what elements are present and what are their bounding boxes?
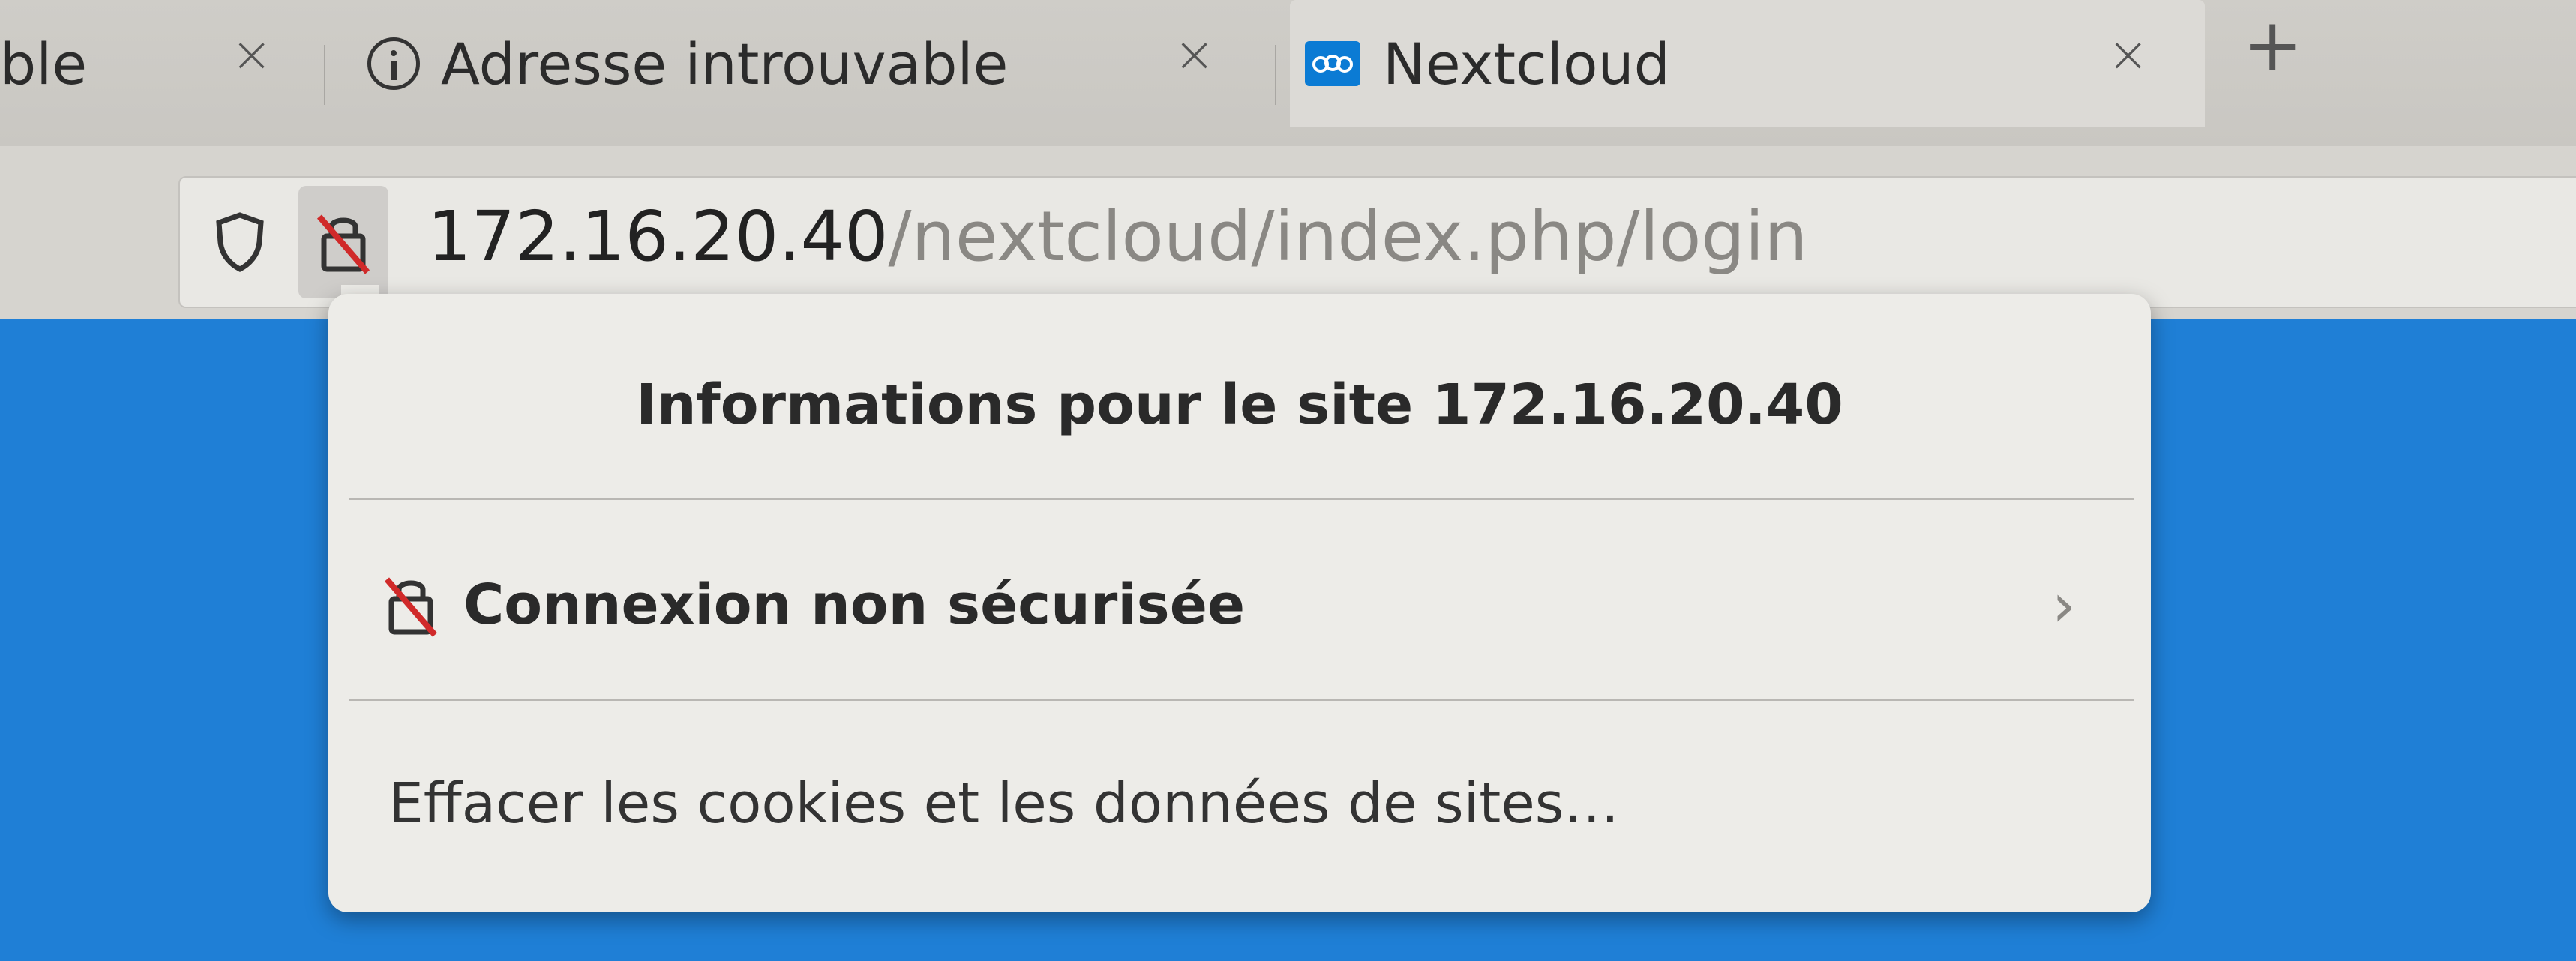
tab-adresse-introuvable[interactable]: Adresse introuvable — [367, 0, 1252, 127]
tab-nextcloud[interactable]: Nextcloud — [1290, 0, 2205, 127]
tab-title: Adresse introuvable — [441, 30, 1009, 97]
clear-cookies-button: Effacer les cookies et les données de si… — [388, 771, 1620, 836]
site-info-panel: Informations pour le site 172.16.20.40 C… — [328, 294, 2151, 912]
tracking-protection-button[interactable] — [195, 186, 285, 298]
insecure-lock-icon — [316, 214, 370, 274]
tab-separator — [1275, 45, 1276, 105]
tab-close-icon[interactable]: × — [2107, 30, 2149, 79]
divider — [349, 498, 2134, 500]
new-tab-button[interactable]: + — [2242, 9, 2302, 81]
clear-cookies-row[interactable]: Effacer les cookies et les données de si… — [328, 770, 2151, 837]
panel-title: Informations pour le site 172.16.20.40 — [636, 373, 1843, 437]
insecure-lock-icon — [384, 577, 438, 637]
nextcloud-favicon-icon — [1305, 41, 1360, 86]
url-path: /nextcloud/index.php/login — [888, 196, 1808, 277]
url-host: 172.16.20.40 — [427, 196, 889, 277]
tab-separator — [324, 45, 325, 105]
tab-title: ble — [0, 30, 88, 97]
connection-security-row[interactable]: Connexion non sécurisée › — [328, 570, 2151, 640]
url-text[interactable]: 172.16.20.40/nextcloud/index.php/login — [427, 196, 1808, 277]
chevron-right-icon: › — [2052, 570, 2076, 640]
shield-icon — [216, 212, 264, 272]
info-icon — [367, 37, 420, 90]
divider — [349, 699, 2134, 701]
tab-title: Nextcloud — [1383, 30, 1670, 97]
tab-close-icon[interactable]: × — [231, 30, 272, 79]
site-info-button[interactable] — [298, 186, 388, 298]
tab-close-icon[interactable]: × — [1174, 30, 1215, 79]
tab-bar: ble × Adresse introuvable × Nextcloud × … — [0, 0, 2576, 146]
connection-label: Connexion non sécurisée — [463, 573, 1246, 637]
